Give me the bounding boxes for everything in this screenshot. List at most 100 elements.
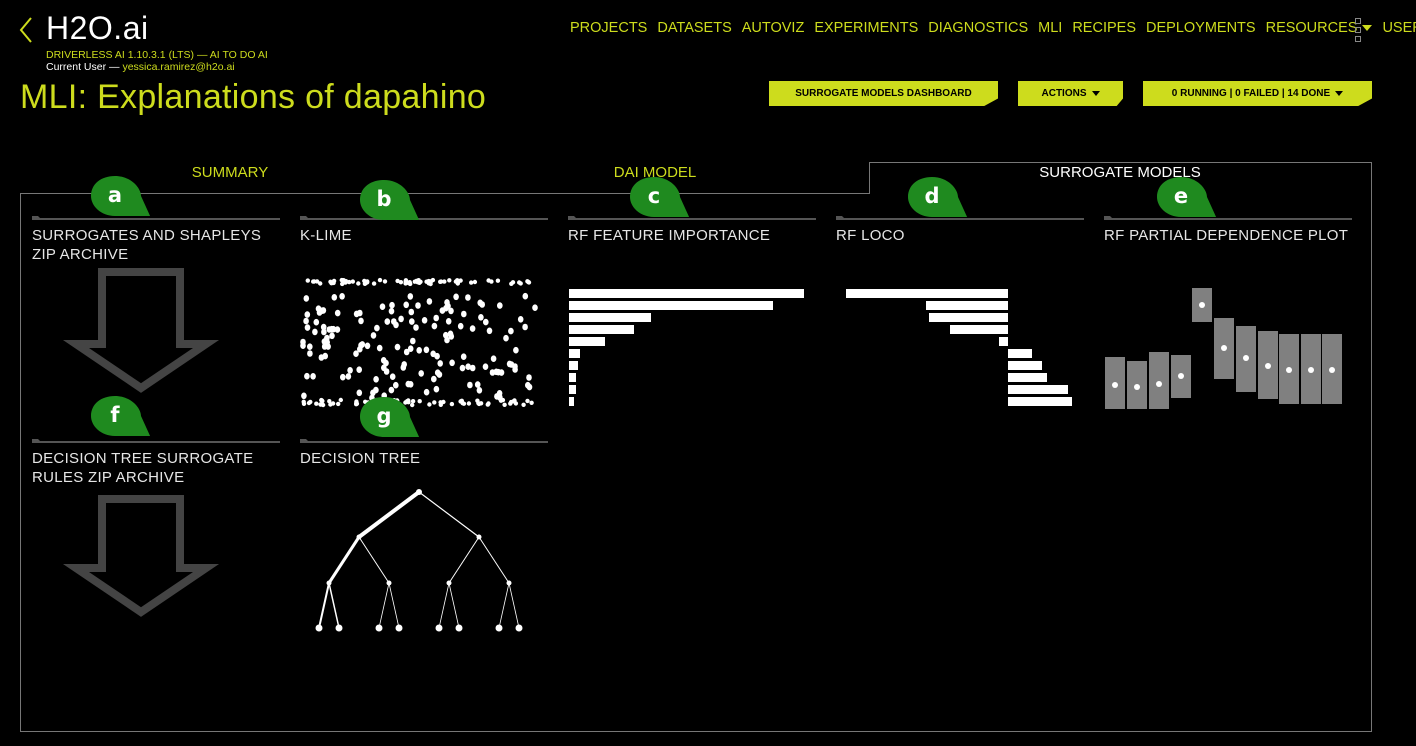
card-title[interactable]: SURROGATES AND SHAPLEYS ZIP ARCHIVE	[32, 226, 282, 264]
klime-point	[449, 401, 455, 407]
decision-tree-thumbnail[interactable]	[300, 489, 548, 639]
klime-point	[307, 350, 313, 357]
card-title[interactable]: RF LOCO	[836, 226, 1086, 245]
klime-point	[426, 278, 431, 284]
card-title[interactable]: RF FEATURE IMPORTANCE	[568, 226, 818, 245]
surrogate-models-dashboard-button[interactable]: SURROGATE MODELS DASHBOARD	[769, 81, 998, 106]
tab-summary[interactable]: SUMMARY	[20, 164, 440, 181]
current-user-email[interactable]: yessica.ramirez@h2o.ai	[122, 61, 234, 73]
card-title[interactable]: K-LIME	[300, 226, 550, 245]
klime-point	[478, 314, 484, 321]
klime-point	[303, 295, 310, 302]
chevron-down-icon	[1335, 91, 1344, 96]
klime-point	[469, 280, 474, 285]
klime-point	[301, 401, 307, 406]
klime-point	[423, 388, 430, 396]
download-arrow-icon[interactable]	[32, 489, 280, 639]
card-title[interactable]: DECISION TREE	[300, 449, 550, 468]
klime-point	[517, 316, 524, 323]
nav-projects[interactable]: PROJECTS	[570, 20, 647, 36]
klime-point	[393, 381, 399, 389]
card-rule	[300, 218, 548, 220]
klime-point	[400, 364, 407, 371]
klime-point	[486, 401, 491, 406]
klime-point	[474, 381, 481, 388]
feature-importance-thumbnail[interactable]	[568, 266, 816, 416]
klime-point	[365, 280, 370, 285]
klime-point	[305, 278, 310, 283]
klime-point	[431, 375, 437, 383]
current-user-line: Current User — yessica.ramirez@h2o.ai	[46, 61, 235, 73]
klime-point	[431, 322, 438, 330]
klime-point	[433, 314, 439, 322]
klime-point	[476, 387, 483, 394]
klime-point	[459, 364, 466, 372]
klime-point	[532, 304, 538, 311]
back-chevron-icon[interactable]	[18, 16, 34, 44]
job-status-button[interactable]: 0 RUNNING | 0 FAILED | 14 DONE	[1143, 81, 1372, 106]
nav-recipes[interactable]: RECIPES	[1072, 20, 1136, 36]
klime-point	[517, 280, 522, 285]
klime-point	[442, 279, 447, 284]
callout-label-e: e	[1173, 184, 1189, 208]
card-rule	[568, 218, 816, 220]
klime-point	[356, 389, 363, 397]
page-title: MLI: Explanations of dapahino	[20, 78, 487, 116]
klime-point	[371, 281, 377, 286]
klime-point	[301, 392, 307, 400]
actions-label: ACTIONS	[1041, 88, 1087, 99]
klime-point	[521, 402, 526, 407]
pdp-thumbnail[interactable]	[1104, 266, 1352, 416]
klime-point	[460, 353, 467, 360]
klime-point	[421, 317, 428, 324]
klime-point	[377, 277, 383, 283]
nav-autoviz[interactable]: AUTOVIZ	[742, 20, 805, 36]
klime-point	[426, 298, 433, 305]
klime-point	[418, 370, 424, 377]
klime-point	[304, 311, 311, 318]
nav-experiments[interactable]: EXPERIMENTS	[814, 20, 918, 36]
klime-point	[358, 317, 364, 325]
klime-point	[407, 293, 414, 300]
nav-datasets[interactable]: DATASETS	[657, 20, 731, 36]
klime-point	[438, 402, 443, 407]
klime-point	[486, 327, 493, 335]
klime-point	[455, 278, 460, 283]
klime-point	[513, 346, 519, 354]
klime-point	[512, 366, 518, 373]
klime-point	[308, 399, 313, 405]
klime-point	[495, 368, 502, 376]
nav-resources-label: RESOURCES	[1265, 20, 1358, 36]
callout-label-f: f	[110, 403, 120, 427]
klime-point	[489, 369, 496, 376]
klime-point	[373, 376, 379, 383]
nav-deployments[interactable]: DEPLOYMENTS	[1146, 20, 1256, 36]
klime-point	[373, 386, 379, 394]
klime-point	[445, 318, 452, 325]
klime-point	[303, 317, 309, 325]
klime-point	[525, 398, 530, 404]
klime-point	[407, 280, 412, 285]
chevron-down-icon	[1362, 25, 1373, 31]
klime-point	[508, 327, 514, 335]
klime-point	[345, 373, 352, 380]
more-menu-icon[interactable]	[1355, 18, 1361, 42]
klime-point	[465, 294, 471, 301]
klime-point	[509, 281, 514, 286]
klime-scatter-thumbnail[interactable]	[300, 266, 548, 416]
card-title[interactable]: RF PARTIAL DEPENDENCE PLOT	[1104, 226, 1354, 245]
card-title[interactable]: DECISION TREE SURROGATE RULES ZIP ARCHIV…	[32, 449, 282, 487]
loco-thumbnail[interactable]	[836, 266, 1084, 416]
actions-button[interactable]: ACTIONS	[1018, 81, 1123, 106]
klime-point	[382, 279, 388, 284]
nav-user[interactable]: USER	[1382, 20, 1416, 36]
klime-point	[334, 309, 341, 317]
klime-point	[318, 354, 325, 361]
download-arrow-icon[interactable]	[32, 266, 280, 416]
klime-point	[356, 366, 362, 373]
klime-point	[391, 318, 397, 325]
job-status-label: 0 RUNNING | 0 FAILED | 14 DONE	[1171, 88, 1331, 99]
nav-mli[interactable]: MLI	[1038, 20, 1062, 36]
nav-diagnostics[interactable]: DIAGNOSTICS	[928, 20, 1028, 36]
klime-point	[388, 386, 395, 394]
